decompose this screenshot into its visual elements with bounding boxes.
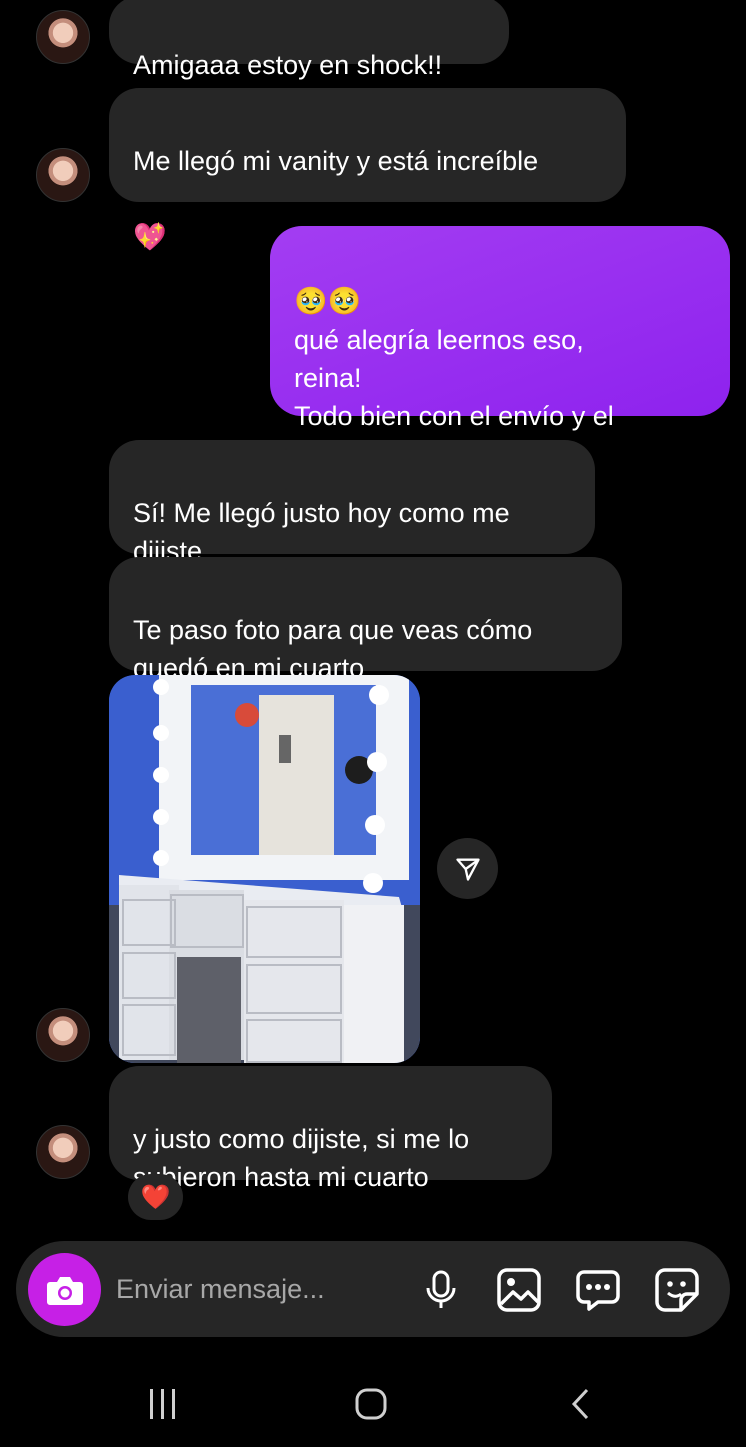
share-photo-button[interactable] bbox=[437, 838, 498, 899]
home-icon bbox=[355, 1388, 387, 1420]
sender-avatar[interactable] bbox=[36, 10, 90, 64]
sender-avatar[interactable] bbox=[36, 1125, 90, 1179]
chat-bubble-icon bbox=[576, 1270, 620, 1311]
sticker-button[interactable] bbox=[654, 1267, 700, 1313]
vanity-photo-image bbox=[109, 675, 420, 1063]
message-bubble[interactable]: Te paso foto para que veas cómo quedó en… bbox=[109, 557, 622, 722]
message-bubble[interactable]: Me llegó mi vanity y está increíble 💖 bbox=[109, 88, 626, 253]
camera-icon bbox=[46, 1276, 83, 1305]
message-text: y justo como dijiste, si me lo subieron … bbox=[133, 1124, 470, 1192]
chat-options-button[interactable] bbox=[575, 1267, 621, 1313]
pleading-face-emoji: 🥹🥹 bbox=[294, 286, 362, 317]
outgoing-message-bubble[interactable]: 🥹🥹 qué alegría leernos eso, reina! Todo … bbox=[270, 226, 730, 469]
message-text: Me llegó mi vanity y está increíble bbox=[133, 146, 539, 176]
sender-avatar[interactable] bbox=[36, 148, 90, 202]
message-bubble[interactable]: Amigaaa estoy en shock!! bbox=[109, 0, 509, 80]
red-heart-icon: ❤️ bbox=[140, 1183, 171, 1211]
message-text: Sí! Me llegó justo hoy como me dijiste bbox=[133, 498, 510, 566]
message-bubble[interactable]: Sí! Me llegó justo hoy como me dijiste bbox=[109, 440, 595, 566]
sticker-icon bbox=[655, 1268, 699, 1312]
send-arrow-icon bbox=[455, 858, 480, 881]
sender-avatar[interactable] bbox=[36, 1008, 90, 1062]
gallery-button[interactable] bbox=[496, 1267, 542, 1313]
recent-apps-icon bbox=[150, 1389, 175, 1419]
message-input[interactable] bbox=[116, 1267, 396, 1311]
home-button[interactable] bbox=[341, 1380, 401, 1428]
shared-photo[interactable] bbox=[109, 675, 420, 1063]
message-bubble[interactable]: y justo como dijiste, si me lo subieron … bbox=[109, 1066, 552, 1192]
gallery-icon bbox=[497, 1268, 541, 1312]
message-text: Amigaaa estoy en shock!! bbox=[133, 50, 443, 80]
recent-apps-button[interactable] bbox=[133, 1380, 193, 1428]
sparkling-heart-emoji: 💖 bbox=[133, 222, 167, 253]
microphone-button[interactable] bbox=[418, 1267, 464, 1313]
message-reaction[interactable]: ❤️ bbox=[128, 1174, 183, 1220]
camera-button[interactable] bbox=[28, 1253, 101, 1326]
message-composer bbox=[16, 1241, 730, 1337]
message-text: Te paso foto para que veas cómo quedó en… bbox=[133, 615, 533, 683]
back-button[interactable] bbox=[551, 1380, 611, 1428]
back-icon bbox=[571, 1388, 589, 1420]
system-navigation-bar bbox=[0, 1360, 746, 1447]
microphone-icon bbox=[426, 1270, 456, 1308]
